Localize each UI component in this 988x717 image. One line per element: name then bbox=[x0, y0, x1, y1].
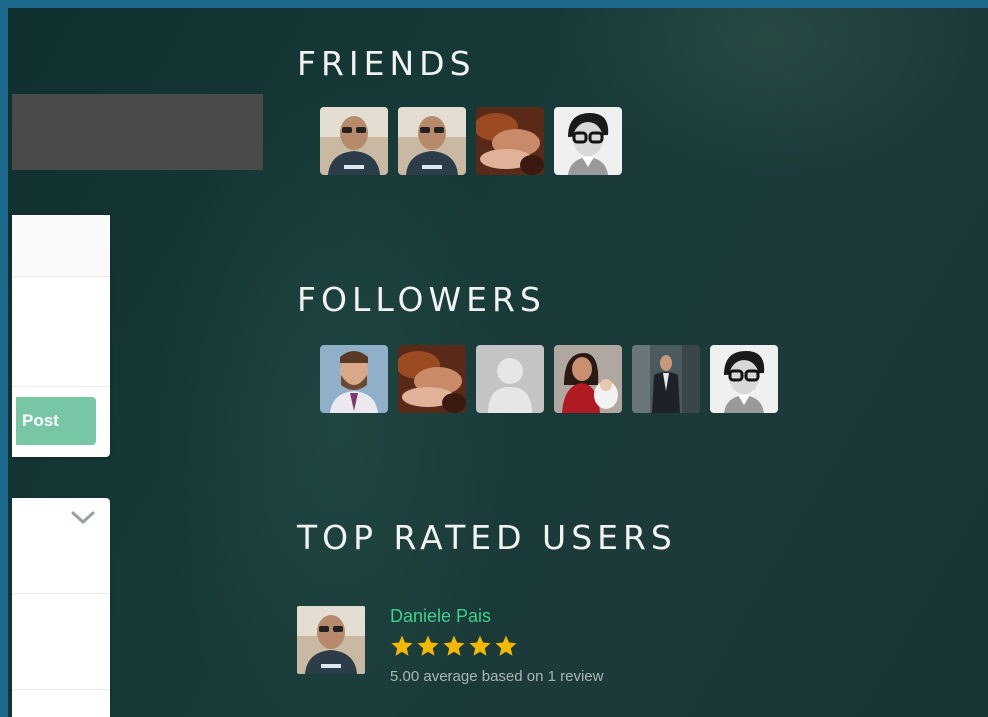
post-composer-card: Post bbox=[12, 215, 110, 457]
star-icon bbox=[469, 635, 491, 656]
hands-photo-avatar-icon bbox=[476, 107, 544, 175]
star-icon bbox=[417, 635, 439, 656]
follower-avatar[interactable] bbox=[554, 345, 622, 413]
post-button[interactable]: Post bbox=[16, 397, 96, 445]
follower-avatar[interactable] bbox=[476, 345, 544, 413]
friends-title: FRIENDS bbox=[297, 44, 476, 83]
friend-avatar[interactable] bbox=[320, 107, 388, 175]
top-rated-user: Daniele Pais 5.00 average based on 1 rev… bbox=[297, 606, 603, 685]
chevron-down-icon[interactable] bbox=[70, 510, 96, 526]
top-rated-title: TOP RATED USERS bbox=[297, 518, 677, 557]
woman-red-dress-avatar-icon bbox=[554, 345, 622, 413]
search-bar[interactable] bbox=[12, 94, 263, 170]
top-user-avatar[interactable] bbox=[297, 606, 365, 674]
bald-man-avatar-icon bbox=[320, 107, 388, 175]
star-icon bbox=[391, 635, 413, 656]
friend-avatar[interactable] bbox=[476, 107, 544, 175]
bald-man-avatar-icon bbox=[398, 107, 466, 175]
bald-man-avatar-icon bbox=[297, 606, 365, 674]
rating-stars bbox=[390, 634, 518, 658]
composer-header bbox=[12, 215, 110, 277]
follower-avatar[interactable] bbox=[320, 345, 388, 413]
top-user-name-link[interactable]: Daniele Pais bbox=[390, 606, 491, 627]
follower-avatar[interactable] bbox=[632, 345, 700, 413]
friend-avatar[interactable] bbox=[554, 107, 622, 175]
page-frame: Post FRIENDS FOLLOWERS TOP RATED USERS D… bbox=[8, 8, 988, 717]
default-user-avatar-icon bbox=[476, 345, 544, 413]
follower-avatar[interactable] bbox=[710, 345, 778, 413]
feed-card-body bbox=[12, 594, 110, 690]
feed-card-header bbox=[12, 498, 110, 594]
friend-avatar[interactable] bbox=[398, 107, 466, 175]
followers-title: FOLLOWERS bbox=[297, 280, 546, 319]
composer-textarea[interactable] bbox=[12, 277, 110, 387]
friends-list bbox=[320, 107, 622, 175]
followers-list bbox=[320, 345, 778, 413]
star-icon bbox=[443, 635, 465, 656]
feed-card bbox=[12, 498, 110, 717]
glasses-man-avatar-icon bbox=[554, 107, 622, 175]
bearded-man-avatar-icon bbox=[320, 345, 388, 413]
star-icon bbox=[495, 635, 517, 656]
rating-summary: 5.00 average based on 1 review bbox=[390, 668, 604, 685]
follower-avatar[interactable] bbox=[398, 345, 466, 413]
man-suit-avatar-icon bbox=[632, 345, 700, 413]
hands-photo-avatar-icon bbox=[398, 345, 466, 413]
glasses-man-avatar-icon bbox=[710, 345, 778, 413]
